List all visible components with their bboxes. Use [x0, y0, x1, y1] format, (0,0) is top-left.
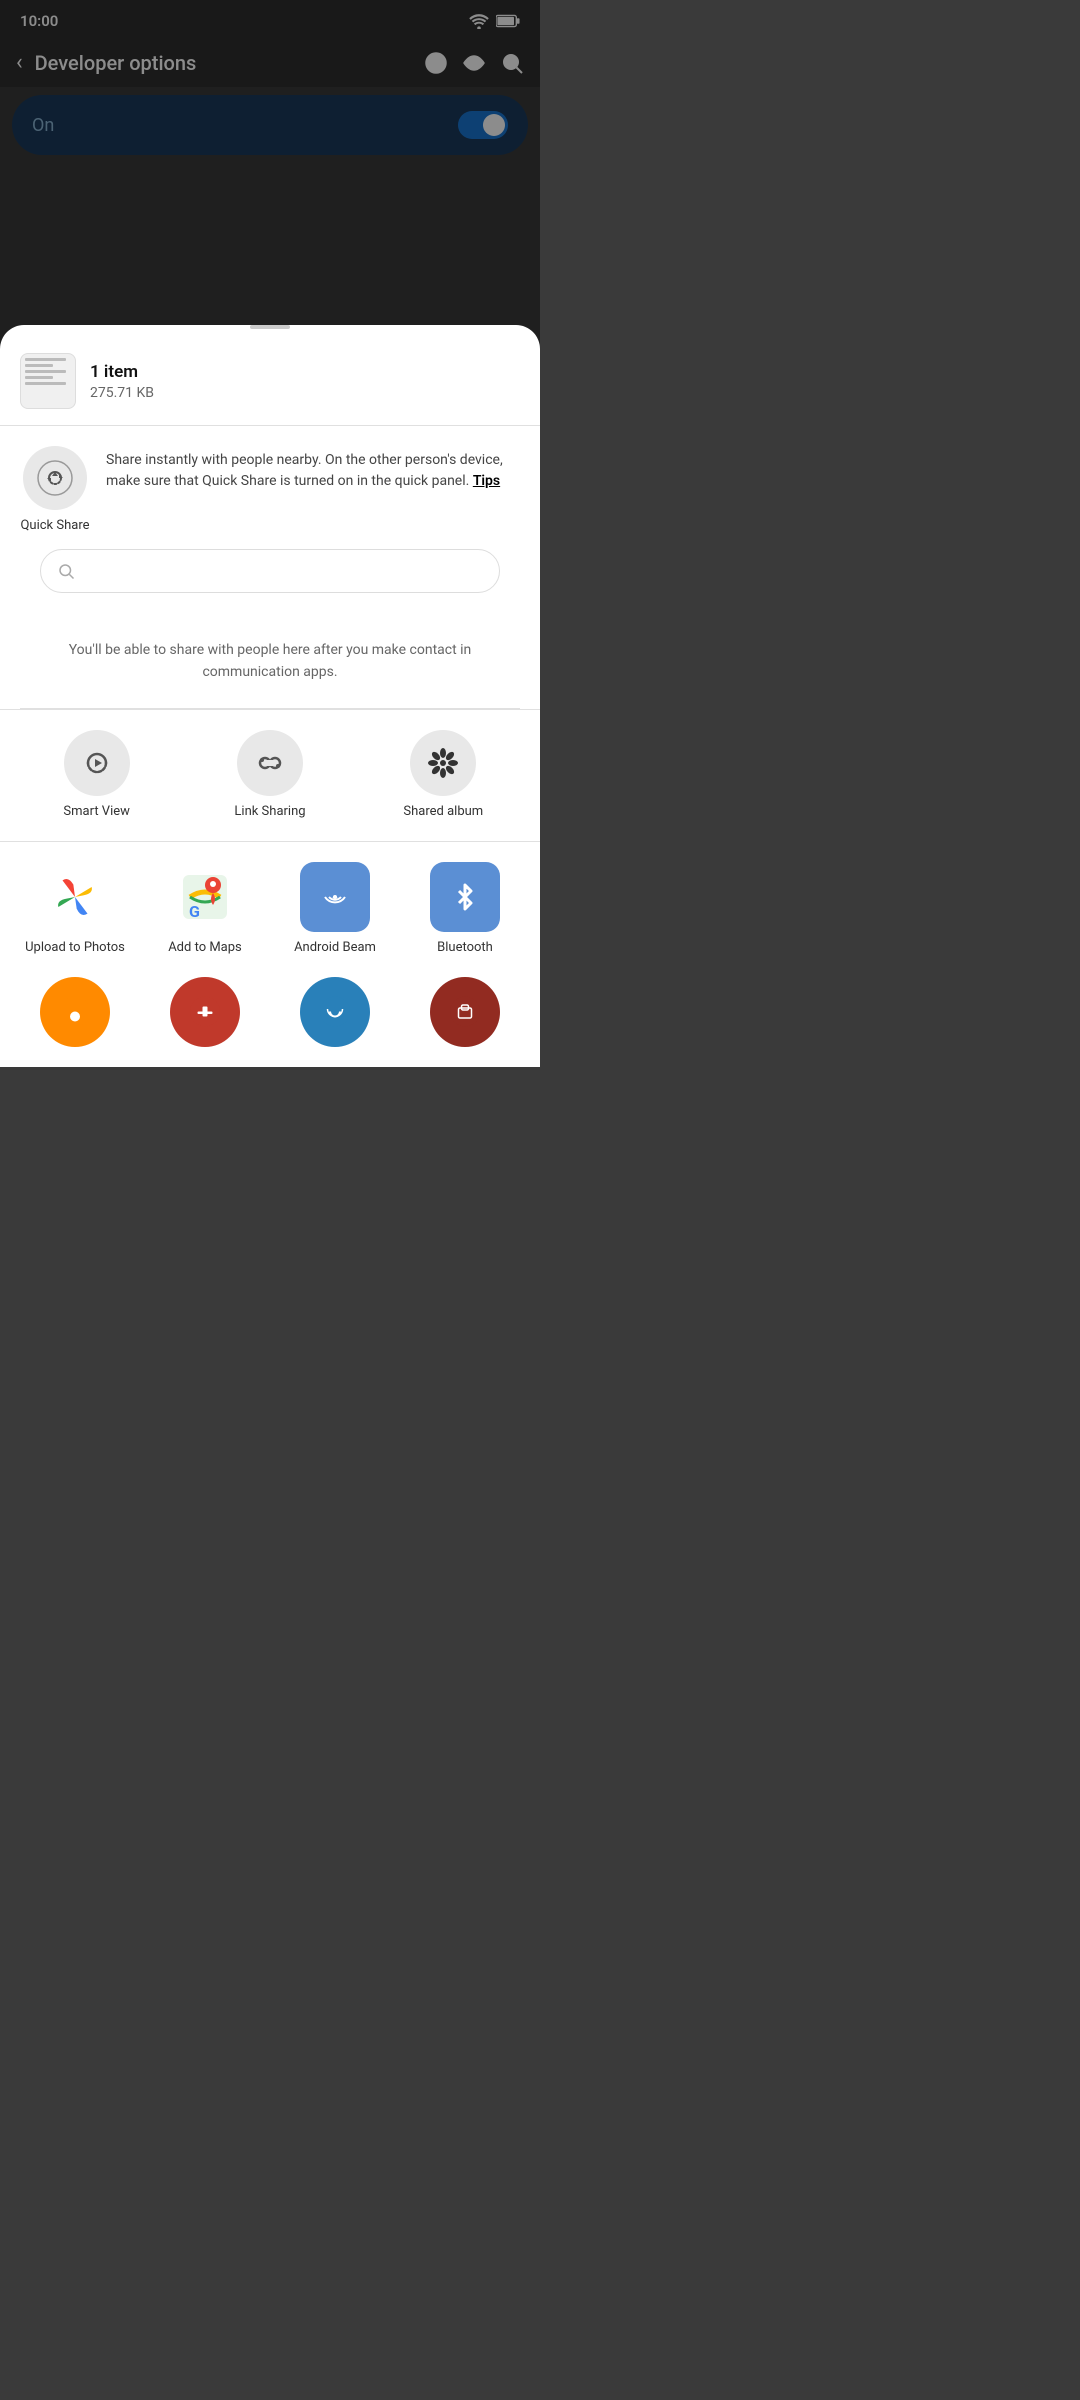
no-contacts-message: You'll be able to share with people here… — [20, 609, 520, 709]
file-count: 1 item — [90, 362, 154, 382]
top-bar: ‹ Developer options — [0, 38, 540, 87]
contacts-search-bar[interactable] — [40, 549, 500, 593]
quick-share-icon — [37, 460, 73, 496]
file-thumbnail — [20, 353, 76, 409]
thumb-line — [25, 370, 66, 373]
link-sharing-icon — [253, 746, 287, 780]
android-beam-label: Android Beam — [294, 940, 376, 957]
smart-view-label: Smart View — [63, 804, 130, 821]
smart-view-icon — [80, 746, 114, 780]
screen-recorder-icon[interactable] — [424, 51, 448, 75]
quick-share-header: Quick Share Share instantly with people … — [20, 446, 520, 533]
quick-share-icon-wrap[interactable]: Quick Share — [20, 446, 90, 533]
share-options-row: Smart View Link Sharing — [0, 730, 540, 841]
app-android-beam[interactable]: Android Beam — [280, 862, 390, 957]
file-size: 275.71 KB — [90, 385, 154, 401]
battery-icon — [496, 14, 520, 28]
apps-row-partial — [0, 977, 540, 1047]
thumb-line — [25, 376, 53, 379]
link-sharing-icon-wrap — [237, 730, 303, 796]
quick-share-circle — [23, 446, 87, 510]
apps-section: Upload to Photos — [0, 842, 540, 1047]
eye-icon[interactable] — [462, 51, 486, 75]
upload-photos-label: Upload to Photos — [25, 940, 125, 957]
upload-photos-icon-wrap — [40, 862, 110, 932]
app-partial-2-svg — [170, 994, 240, 1029]
bottom-sheet: 1 item 275.71 KB Quick Share — [0, 325, 540, 1067]
android-beam-icon — [315, 877, 355, 917]
app-partial-2-icon — [170, 977, 240, 1047]
thumb-line — [25, 358, 66, 361]
thumb-line — [25, 382, 66, 385]
back-button[interactable]: ‹ — [16, 50, 23, 75]
shared-album-label: Shared album — [403, 804, 483, 821]
file-info-row: 1 item 275.71 KB — [0, 345, 540, 426]
search-contacts-icon — [57, 562, 75, 580]
file-info-text: 1 item 275.71 KB — [90, 362, 154, 401]
top-actions — [424, 51, 524, 75]
smart-view-icon-wrap — [64, 730, 130, 796]
sheet-handle — [250, 325, 290, 329]
quick-share-section: Quick Share Share instantly with people … — [0, 426, 540, 710]
app-partial-3-svg — [300, 994, 370, 1029]
status-bar: 10:00 — [0, 0, 540, 38]
toggle-switch[interactable] — [458, 111, 508, 139]
app-partial-3[interactable] — [280, 977, 390, 1047]
quick-share-label: Quick Share — [20, 518, 89, 533]
svg-text:G: G — [189, 902, 200, 921]
shared-album-icon-wrap — [410, 730, 476, 796]
wifi-icon — [468, 13, 490, 29]
bluetooth-icon — [447, 879, 483, 915]
share-option-smart-view[interactable]: Smart View — [47, 730, 147, 821]
app-partial-1-icon — [40, 977, 110, 1047]
app-partial-3-icon — [300, 977, 370, 1047]
page-title: Developer options — [35, 51, 424, 75]
app-partial-4[interactable] — [410, 977, 520, 1047]
bluetooth-label: Bluetooth — [437, 940, 493, 957]
shared-album-icon — [425, 745, 461, 781]
search-icon[interactable] — [500, 51, 524, 75]
toggle-label: On — [32, 115, 54, 136]
apps-row: Upload to Photos — [0, 862, 540, 977]
share-option-shared-album[interactable]: Shared album — [393, 730, 493, 821]
add-maps-icon: G — [175, 867, 235, 927]
share-options-section: Smart View Link Sharing — [0, 710, 540, 842]
android-beam-icon-wrap — [300, 862, 370, 932]
thumb-line — [25, 364, 53, 367]
toggle-bar[interactable]: On — [12, 95, 528, 155]
app-bluetooth[interactable]: Bluetooth — [410, 862, 520, 957]
quick-share-description: Share instantly with people nearby. On t… — [106, 446, 520, 492]
quick-share-tips-link[interactable]: Tips — [473, 473, 500, 489]
share-option-link-sharing[interactable]: Link Sharing — [220, 730, 320, 821]
app-partial-4-icon — [430, 977, 500, 1047]
bluetooth-icon-wrap — [430, 862, 500, 932]
upload-photos-icon — [50, 872, 100, 922]
status-icons — [468, 13, 520, 29]
status-time: 10:00 — [20, 12, 58, 30]
add-maps-label: Add to Maps — [168, 940, 242, 957]
link-sharing-label: Link Sharing — [234, 804, 305, 821]
add-maps-icon-wrap: G — [170, 862, 240, 932]
app-partial-2[interactable] — [150, 977, 260, 1047]
app-add-maps[interactable]: G Add to Maps — [150, 862, 260, 957]
app-partial-4-svg — [430, 994, 500, 1029]
app-partial-1-svg — [40, 994, 110, 1029]
app-upload-photos[interactable]: Upload to Photos — [20, 862, 130, 957]
app-partial-1[interactable] — [20, 977, 130, 1047]
